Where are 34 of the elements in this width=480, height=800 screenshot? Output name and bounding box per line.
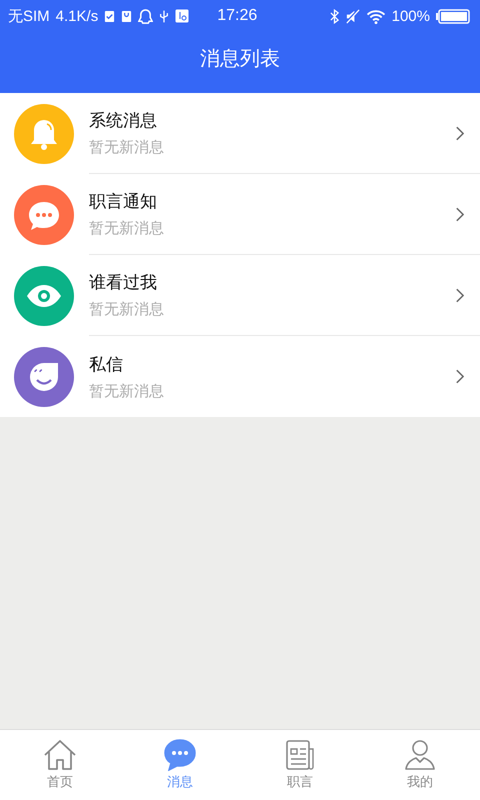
- chevron-right-icon: [455, 369, 464, 384]
- mute-icon: [344, 8, 360, 24]
- clock-time: 17:26: [217, 7, 258, 25]
- message-title: 系统消息: [89, 110, 158, 132]
- battery-percent: 100%: [392, 8, 430, 24]
- message-title: 私信: [89, 354, 124, 376]
- message-title: 谁看过我: [89, 272, 158, 294]
- network-speed: 4.1K/s: [56, 8, 98, 24]
- message-preview: 暂无新消息: [89, 300, 165, 319]
- home-icon: [43, 739, 77, 771]
- tab[interactable]: 我的: [360, 730, 480, 800]
- bluetooth-icon: [330, 8, 339, 24]
- message-preview: 暂无新消息: [89, 138, 165, 157]
- message-item[interactable]: 职言通知 暂无新消息: [0, 174, 480, 255]
- usb-icon: [159, 8, 170, 24]
- person-icon: [403, 739, 437, 771]
- message-item[interactable]: 私信 暂无新消息: [0, 336, 480, 417]
- message-item[interactable]: 系统消息 暂无新消息: [0, 93, 480, 174]
- tab[interactable]: 职言: [240, 730, 360, 800]
- message-preview: 暂无新消息: [89, 382, 165, 400]
- battery-icon: [436, 8, 470, 24]
- carrier-text: 无SIM: [8, 6, 50, 26]
- wifi-icon: [366, 8, 386, 24]
- bag-icon: [121, 10, 132, 22]
- chevron-right-icon: [455, 126, 464, 140]
- chat-bubble-icon: [163, 739, 197, 771]
- message-title: 职言通知: [89, 191, 158, 213]
- message-item[interactable]: 谁看过我 暂无新消息: [0, 255, 480, 336]
- page-title: 消息列表: [199, 45, 281, 72]
- clipboard-icon: [104, 10, 116, 22]
- tab[interactable]: 首页: [0, 730, 120, 800]
- chevron-right-icon: [455, 206, 464, 222]
- message-preview: 暂无新消息: [89, 219, 165, 238]
- chevron-right-icon: [455, 288, 464, 302]
